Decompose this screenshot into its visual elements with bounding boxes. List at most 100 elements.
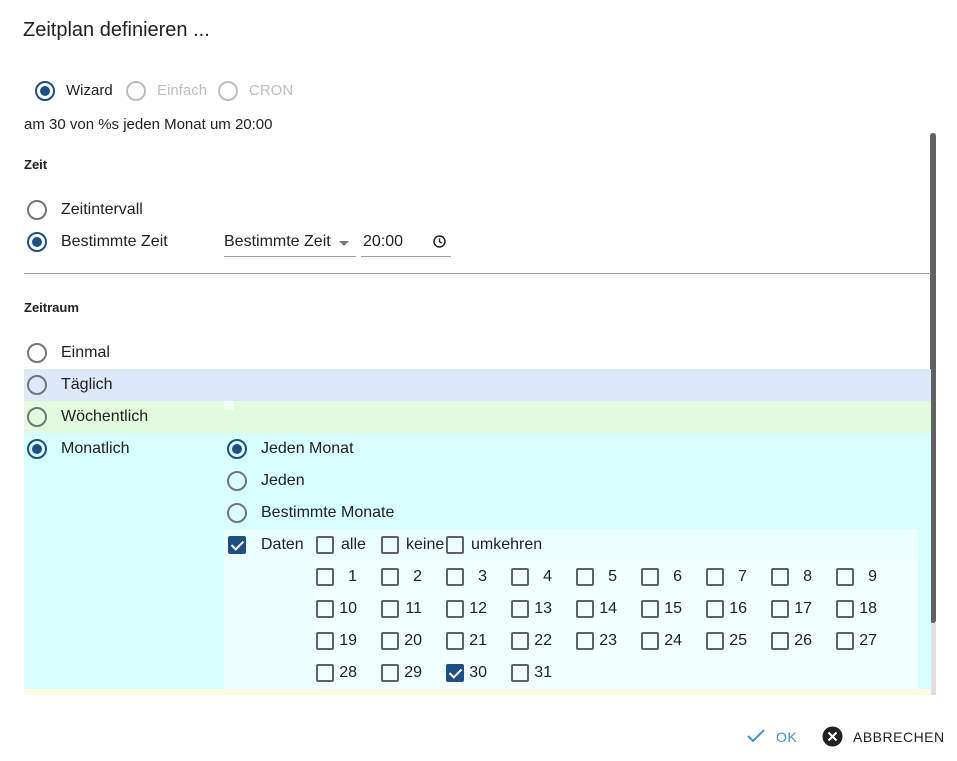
bestimmte-monate-radio[interactable] [227, 503, 247, 523]
day-7-label: 7 [738, 568, 747, 585]
mode-einfach-radio[interactable] [126, 81, 146, 101]
day-14-checkbox[interactable] [576, 600, 594, 618]
cancel-button[interactable]: ABBRECHEN [822, 726, 947, 748]
day-14-label: 14 [599, 600, 617, 617]
day-22-checkbox[interactable] [511, 632, 529, 650]
jeden-label: Jeden [261, 472, 305, 489]
monatlich-label: Monatlich [61, 440, 130, 457]
day-6-label: 6 [673, 568, 682, 585]
einmal-label: Einmal [61, 344, 110, 361]
day-3-checkbox[interactable] [446, 568, 464, 586]
day-19-checkbox[interactable] [316, 632, 334, 650]
day-31-checkbox[interactable] [511, 664, 529, 682]
day-21-label: 21 [469, 632, 487, 649]
day-4-checkbox[interactable] [511, 568, 529, 586]
time-input[interactable]: 20:00 [361, 227, 451, 257]
day-30-checkbox[interactable] [446, 664, 464, 682]
day-9-checkbox[interactable] [836, 568, 854, 586]
alle-label: alle [341, 536, 366, 553]
day-15-label: 15 [664, 600, 682, 617]
time-input-value: 20:00 [363, 233, 404, 250]
day-16-label: 16 [729, 600, 747, 617]
einmal-radio[interactable] [27, 343, 47, 363]
day-16-checkbox[interactable] [706, 600, 724, 618]
day-8-checkbox[interactable] [771, 568, 789, 586]
jeden-radio[interactable] [227, 471, 247, 491]
day-2-checkbox[interactable] [381, 568, 399, 586]
close-icon [822, 726, 843, 747]
time-mode-select[interactable]: Bestimmte Zeit [224, 227, 356, 257]
ok-label: OK [776, 729, 798, 745]
weekly-row-band [24, 401, 931, 433]
day-9-label: 9 [868, 568, 877, 585]
day-29-label: 29 [404, 664, 422, 681]
mode-wizard-radio[interactable] [35, 81, 55, 101]
day-26-checkbox[interactable] [771, 632, 789, 650]
day-7-checkbox[interactable] [706, 568, 724, 586]
day-12-label: 12 [469, 600, 487, 617]
day-15-checkbox[interactable] [641, 600, 659, 618]
time-mode-select-value: Bestimmte Zeit [224, 233, 331, 250]
day-27-label: 27 [859, 632, 877, 649]
day-17-checkbox[interactable] [771, 600, 789, 618]
daten-label: Daten [261, 536, 304, 553]
day-28-checkbox[interactable] [316, 664, 334, 682]
day-10-checkbox[interactable] [316, 600, 334, 618]
alle-checkbox[interactable] [316, 536, 334, 554]
day-21-checkbox[interactable] [446, 632, 464, 650]
day-23-checkbox[interactable] [576, 632, 594, 650]
day-13-label: 13 [534, 600, 552, 617]
day-12-checkbox[interactable] [446, 600, 464, 618]
day-1-checkbox[interactable] [316, 568, 334, 586]
day-19-label: 19 [339, 632, 357, 649]
mode-cron-label: CRON [249, 82, 294, 99]
mode-cron-radio[interactable] [218, 81, 238, 101]
day-22-label: 22 [534, 632, 552, 649]
umkehren-label: umkehren [471, 536, 543, 553]
day-10-label: 10 [339, 600, 357, 617]
day-17-label: 17 [794, 600, 812, 617]
day-24-label: 24 [664, 632, 682, 649]
bestimmte-zeit-label: Bestimmte Zeit [61, 233, 168, 250]
day-30-label: 30 [469, 664, 487, 681]
day-2-label: 2 [413, 568, 422, 585]
woechentlich-radio[interactable] [27, 407, 47, 427]
taeglich-label: Täglich [61, 376, 113, 393]
day-18-checkbox[interactable] [836, 600, 854, 618]
yearly-row-band [24, 689, 931, 695]
monatlich-radio[interactable] [27, 439, 47, 459]
zeitraum-heading: Zeitraum [24, 300, 79, 315]
day-5-checkbox[interactable] [576, 568, 594, 586]
day-25-checkbox[interactable] [706, 632, 724, 650]
daten-checkbox[interactable] [228, 536, 246, 554]
zeitintervall-radio[interactable] [27, 200, 47, 220]
day-29-checkbox[interactable] [381, 664, 399, 682]
mode-einfach-label: Einfach [157, 82, 208, 99]
day-18-label: 18 [859, 600, 877, 617]
section-divider [24, 273, 931, 274]
day-31-label: 31 [534, 664, 552, 681]
keine-checkbox[interactable] [381, 536, 399, 554]
day-24-checkbox[interactable] [641, 632, 659, 650]
day-20-checkbox[interactable] [381, 632, 399, 650]
day-8-label: 8 [803, 568, 812, 585]
day-26-label: 26 [794, 632, 812, 649]
day-27-checkbox[interactable] [836, 632, 854, 650]
day-4-label: 4 [543, 568, 552, 585]
keine-label: keine [406, 536, 445, 553]
dropdown-arrow-icon [339, 241, 349, 246]
day-11-checkbox[interactable] [381, 600, 399, 618]
day-23-label: 23 [599, 632, 617, 649]
day-25-label: 25 [729, 632, 747, 649]
day-13-checkbox[interactable] [511, 600, 529, 618]
taeglich-radio[interactable] [27, 375, 47, 395]
jeden-monat-radio[interactable] [227, 439, 247, 459]
dialog-title: Zeitplan definieren ... [23, 19, 210, 41]
bestimmte-zeit-radio[interactable] [27, 232, 47, 252]
day-5-label: 5 [608, 568, 617, 585]
day-1-label: 1 [348, 568, 357, 585]
day-6-checkbox[interactable] [641, 568, 659, 586]
clock-icon[interactable] [433, 235, 446, 248]
umkehren-checkbox[interactable] [446, 536, 464, 554]
day-3-label: 3 [478, 568, 487, 585]
